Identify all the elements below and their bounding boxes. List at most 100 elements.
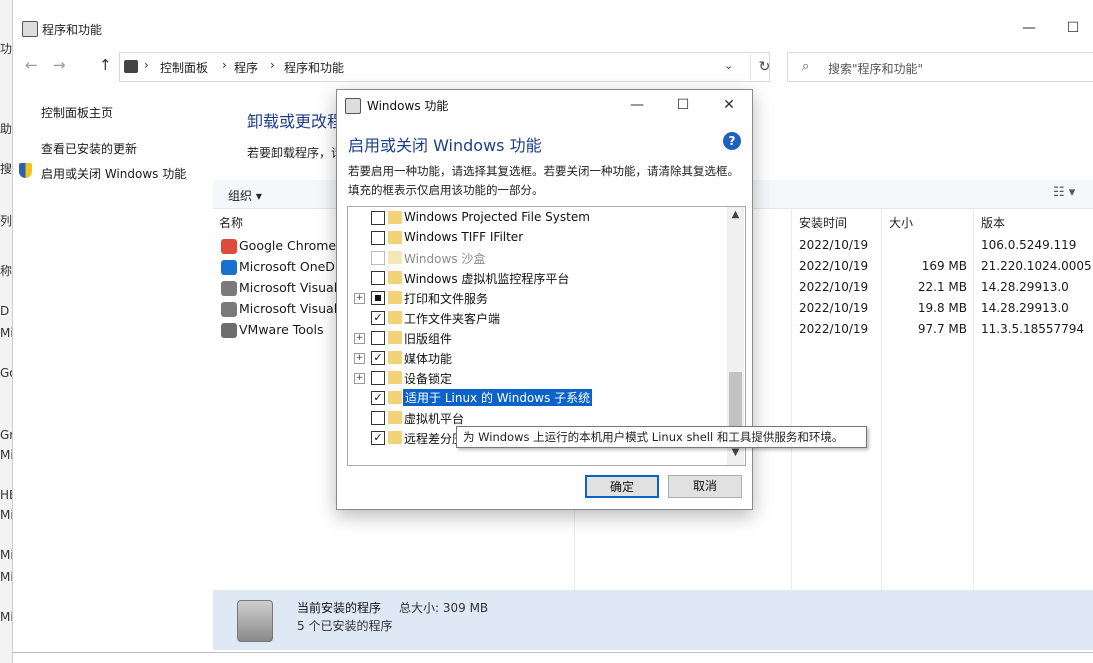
- chevron-down-icon[interactable]: ⌄: [724, 59, 733, 72]
- dialog-minimize-button[interactable]: —: [615, 92, 659, 118]
- program-size[interactable]: 22.1 MB: [879, 280, 967, 294]
- sidebar-link-installed-updates[interactable]: 查看已安装的更新: [41, 140, 137, 157]
- column-header-installed[interactable]: 安装时间: [799, 214, 847, 231]
- sidebar-link-home[interactable]: 控制面板主页: [41, 104, 113, 121]
- scrollbar-thumb[interactable]: [729, 372, 742, 432]
- column-header-name[interactable]: 名称: [219, 214, 243, 231]
- folder-icon: [388, 331, 402, 344]
- expand-icon[interactable]: +: [354, 333, 365, 344]
- forward-arrow-icon[interactable]: →: [53, 56, 66, 74]
- cancel-button[interactable]: 取消: [668, 475, 742, 498]
- program-version[interactable]: 106.0.5249.119: [981, 238, 1076, 252]
- program-icon: [221, 302, 237, 317]
- feature-checkbox[interactable]: [371, 271, 385, 285]
- column-divider: [973, 208, 974, 648]
- program-version[interactable]: 14.28.29913.0: [981, 280, 1069, 294]
- up-arrow-icon[interactable]: ↑: [99, 56, 112, 74]
- feature-checkbox[interactable]: [371, 331, 385, 345]
- feature-label[interactable]: 虚拟机平台: [404, 410, 464, 427]
- windows-features-icon: [345, 98, 361, 114]
- maximize-button[interactable]: ☐: [1053, 14, 1093, 42]
- program-version[interactable]: 21.220.1024.0005: [981, 259, 1092, 273]
- feature-label[interactable]: Windows 虚拟机监控程序平台: [404, 270, 569, 287]
- feature-label[interactable]: Windows Projected File System: [404, 210, 590, 224]
- dialog-maximize-button[interactable]: ☐: [661, 92, 705, 118]
- feature-item[interactable]: Windows 沙盒: [348, 248, 726, 268]
- program-name[interactable]: Microsoft Visual C++: [239, 280, 349, 295]
- breadcrumb-programs[interactable]: 程序: [234, 59, 258, 76]
- feature-checkbox[interactable]: ✓: [371, 351, 385, 365]
- scroll-up-icon[interactable]: ▲: [727, 209, 744, 220]
- program-installed-date[interactable]: 2022/10/19: [799, 259, 868, 273]
- window-titlebar[interactable]: 程序和功能 — ☐: [13, 0, 1093, 44]
- feature-checkbox[interactable]: [371, 211, 385, 225]
- feature-checkbox[interactable]: [371, 371, 385, 385]
- feature-item[interactable]: + ✓ 媒体功能: [348, 348, 726, 368]
- expand-icon[interactable]: +: [354, 373, 365, 384]
- column-header-version[interactable]: 版本: [981, 214, 1005, 231]
- feature-item[interactable]: Windows TIFF IFilter: [348, 228, 726, 248]
- program-icon: [221, 239, 237, 254]
- feature-label[interactable]: 媒体功能: [404, 350, 452, 367]
- program-installed-date[interactable]: 2022/10/19: [799, 238, 868, 252]
- help-icon[interactable]: ?: [723, 132, 741, 150]
- program-size[interactable]: 97.7 MB: [879, 322, 967, 336]
- program-installed-date[interactable]: 2022/10/19: [799, 280, 868, 294]
- feature-item[interactable]: + 设备锁定: [348, 368, 726, 388]
- organize-button[interactable]: 组织 ▾: [228, 187, 262, 204]
- scroll-down-icon[interactable]: ▼: [727, 447, 744, 458]
- program-name[interactable]: Microsoft OneDrive: [239, 259, 349, 274]
- feature-item[interactable]: ✓ 适用于 Linux 的 Windows 子系统: [348, 388, 726, 408]
- search-input[interactable]: ⌕ 搜索"程序和功能": [787, 52, 1093, 82]
- program-installed-date[interactable]: 2022/10/19: [799, 322, 868, 336]
- program-size[interactable]: 169 MB: [879, 259, 967, 273]
- feature-label[interactable]: 设备锁定: [404, 370, 452, 387]
- program-version[interactable]: 14.28.29913.0: [981, 301, 1069, 315]
- background-window-fragment: HE: [0, 488, 12, 502]
- feature-label[interactable]: 打印和文件服务: [404, 290, 488, 307]
- folder-icon: [388, 411, 402, 424]
- program-name[interactable]: Microsoft Visual C++: [239, 301, 349, 316]
- feature-label[interactable]: 适用于 Linux 的 Windows 子系统: [403, 389, 593, 406]
- program-name[interactable]: VMware Tools: [239, 322, 349, 337]
- refresh-icon[interactable]: ↻: [750, 54, 778, 80]
- feature-item[interactable]: ✓ 工作文件夹客户端: [348, 308, 726, 328]
- background-window-fragment: 称: [0, 264, 12, 278]
- feature-label[interactable]: Windows 沙盒: [404, 250, 485, 267]
- program-installed-date[interactable]: 2022/10/19: [799, 301, 868, 315]
- feature-label[interactable]: Windows TIFF IFilter: [404, 230, 523, 244]
- feature-label[interactable]: 工作文件夹客户端: [404, 310, 500, 327]
- feature-checkbox[interactable]: ✓: [371, 431, 385, 445]
- feature-checkbox[interactable]: ✓: [371, 311, 385, 325]
- expand-icon[interactable]: +: [354, 293, 365, 304]
- feature-item[interactable]: 虚拟机平台: [348, 408, 726, 428]
- feature-item[interactable]: Windows Projected File System: [348, 208, 726, 228]
- background-window-fragment: 功: [0, 42, 12, 56]
- feature-item[interactable]: + 旧版组件: [348, 328, 726, 348]
- ok-button[interactable]: 确定: [585, 475, 659, 498]
- sidebar-link-windows-features[interactable]: 启用或关闭 Windows 功能: [41, 165, 186, 182]
- dialog-close-button[interactable]: ✕: [707, 92, 751, 118]
- breadcrumb-programs-and-features[interactable]: 程序和功能: [284, 59, 344, 76]
- feature-checkbox[interactable]: [371, 231, 385, 245]
- feature-label[interactable]: 旧版组件: [404, 330, 452, 347]
- address-bar[interactable]: › 控制面板 › 程序 › 程序和功能 ⌄ ↻: [119, 52, 770, 82]
- minimize-button[interactable]: —: [1009, 14, 1049, 42]
- dialog-heading: 启用或关闭 Windows 功能: [348, 136, 542, 155]
- background-window-fragment: Mi: [0, 610, 12, 624]
- feature-checkbox[interactable]: ✓: [371, 391, 385, 405]
- feature-item[interactable]: Windows 虚拟机监控程序平台: [348, 268, 726, 288]
- breadcrumb-control-panel[interactable]: 控制面板: [160, 59, 208, 76]
- feature-checkbox[interactable]: [371, 251, 385, 265]
- program-size[interactable]: 19.8 MB: [879, 301, 967, 315]
- program-version[interactable]: 11.3.5.18557794: [981, 322, 1084, 336]
- page-description: 若要卸载程序，请: [247, 146, 344, 160]
- feature-checkbox[interactable]: [371, 291, 385, 305]
- back-arrow-icon[interactable]: ←: [25, 56, 38, 74]
- feature-checkbox[interactable]: [371, 411, 385, 425]
- feature-item[interactable]: + 打印和文件服务: [348, 288, 726, 308]
- view-options-icon[interactable]: ☷ ▾: [1053, 185, 1075, 200]
- program-name[interactable]: Google Chrome: [239, 238, 349, 253]
- expand-icon[interactable]: +: [354, 353, 365, 364]
- column-header-size[interactable]: 大小: [889, 214, 913, 231]
